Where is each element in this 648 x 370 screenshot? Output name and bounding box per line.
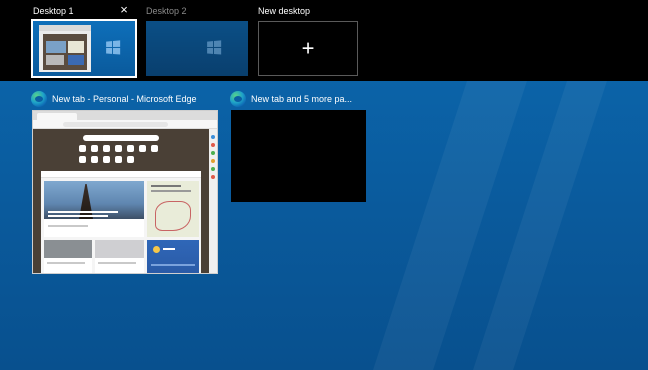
desktop-1-thumbnail[interactable] [31,19,137,78]
window-1-title-bar[interactable]: New tab - Personal - Microsoft Edge [31,91,197,107]
desktop-2-label: Desktop 2 [146,6,187,16]
window-2-title-bar[interactable]: New tab and 5 more pa... [230,91,352,107]
plus-icon: + [301,35,315,61]
edge-icon [230,91,246,107]
virtual-desktops-bar: Desktop 1 × Desktop 2 New desktop + [0,0,648,81]
window-preview [39,25,91,72]
desktop-2-thumbnail[interactable] [146,21,248,76]
windows-logo-icon [106,40,121,55]
new-desktop-button[interactable]: + [258,21,358,76]
desktop-1-label: Desktop 1 [33,6,74,16]
browser-page-preview [33,129,211,273]
window-2-thumbnail[interactable] [231,110,366,202]
close-icon[interactable]: × [117,3,131,17]
window-1-thumbnail[interactable] [32,110,218,274]
window-1-title: New tab - Personal - Microsoft Edge [52,94,197,104]
windows-logo-icon [207,40,222,55]
new-desktop-label: New desktop [258,6,311,16]
window-2-title: New tab and 5 more pa... [251,94,353,104]
edge-icon [31,91,47,107]
